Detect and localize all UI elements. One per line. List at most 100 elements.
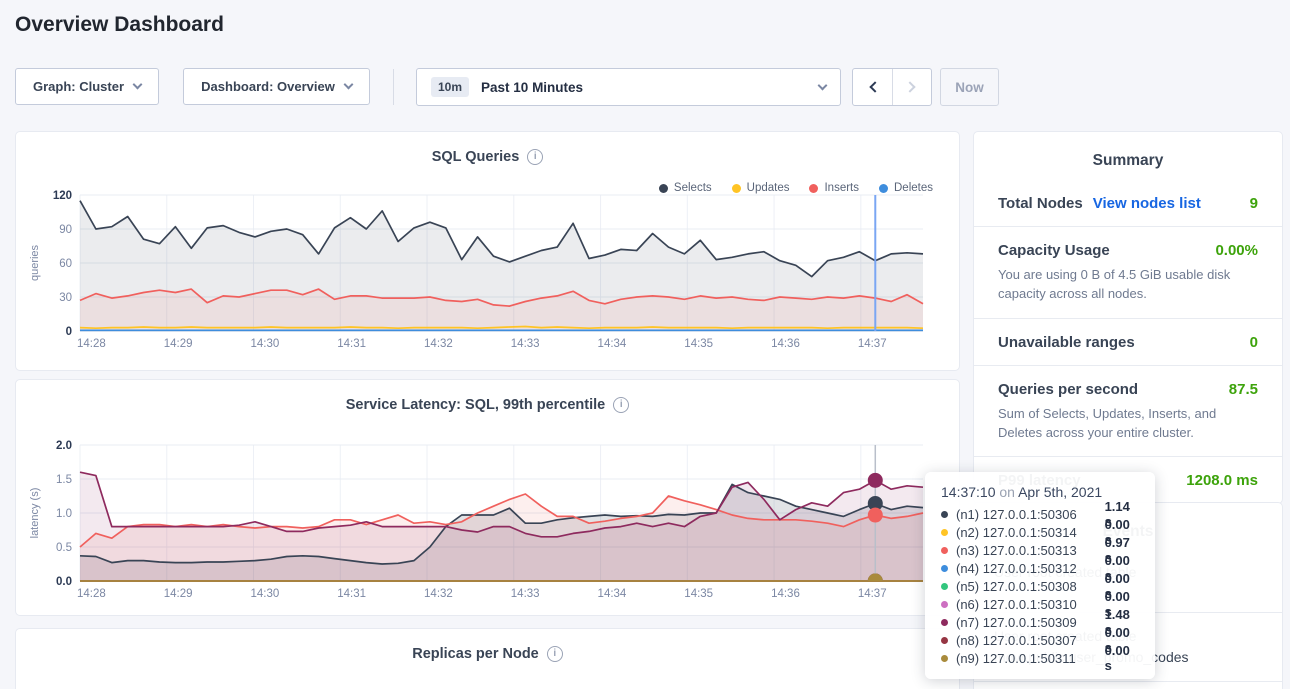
next-range-button[interactable]	[892, 69, 931, 105]
sql-queries-card: SQL Queries i Selects Updates Inserts Delet…	[15, 131, 960, 371]
svg-text:1.5: 1.5	[56, 474, 72, 486]
summary-row-capacity-usage: Capacity Usage 0.00% You are using 0 B o…	[974, 227, 1282, 319]
qps-label: Queries per second	[998, 381, 1138, 398]
node-label: (n2) 127.0.0.1:50314	[956, 525, 1105, 540]
page-title: Overview Dashboard	[15, 13, 224, 37]
summary-title: Summary	[974, 132, 1282, 170]
graph-dropdown[interactable]: Graph: Cluster	[15, 68, 159, 105]
legend-item[interactable]: Updates	[732, 182, 790, 194]
node-label: (n6) 127.0.0.1:50310	[956, 597, 1105, 612]
node-label: (n5) 127.0.0.1:50308	[956, 579, 1105, 594]
svg-text:120: 120	[53, 190, 72, 202]
qps-value: 87.5	[1229, 381, 1258, 398]
svg-text:60: 60	[59, 258, 72, 270]
tooltip-timestamp: 14:37:10 on Apr 5th, 2021	[941, 484, 1139, 500]
svg-text:14:34: 14:34	[598, 588, 627, 600]
svg-text:14:33: 14:33	[511, 338, 540, 350]
capacity-usage-value: 0.00%	[1215, 242, 1258, 259]
legend-label: Deletes	[894, 182, 933, 194]
view-nodes-link[interactable]: View nodes list	[1093, 195, 1201, 212]
svg-text:14:35: 14:35	[684, 588, 713, 600]
svg-text:30: 30	[59, 292, 72, 304]
unavailable-ranges-value: 0	[1250, 334, 1258, 351]
summary-row-unavailable-ranges: Unavailable ranges 0	[974, 319, 1282, 366]
chart-title: Service Latency: SQL, 99th percentile	[346, 397, 606, 413]
svg-text:latency (s): latency (s)	[29, 488, 41, 539]
time-range-dropdown[interactable]: 10m Past 10 Minutes	[416, 68, 841, 106]
legend: Selects Updates Inserts Deletes	[659, 182, 933, 194]
legend-dot	[809, 184, 818, 193]
legend-label: Inserts	[824, 182, 859, 194]
svg-text:1.0: 1.0	[56, 508, 72, 520]
time-range-label: Past 10 Minutes	[481, 80, 583, 95]
legend-item[interactable]: Inserts	[809, 182, 859, 194]
svg-text:14:30: 14:30	[251, 588, 280, 600]
info-icon[interactable]: i	[527, 149, 543, 165]
node-label: (n9) 127.0.0.1:50311	[956, 651, 1105, 666]
node-color-dot	[941, 511, 948, 518]
node-label: (n8) 127.0.0.1:50307	[956, 633, 1105, 648]
node-latency-value: 0.00 s	[1105, 643, 1139, 673]
chevron-down-icon	[818, 80, 828, 90]
node-color-dot	[941, 565, 948, 572]
legend-label: Updates	[747, 182, 790, 194]
summary-card: Summary Total Nodes View nodes list 9 Ca…	[973, 131, 1283, 504]
svg-text:14:31: 14:31	[337, 588, 366, 600]
total-nodes-label: Total Nodes	[998, 195, 1083, 212]
time-range-badge: 10m	[431, 77, 469, 97]
graph-dropdown-label: Graph: Cluster	[33, 79, 124, 94]
svg-text:14:35: 14:35	[684, 338, 713, 350]
summary-row-qps: Queries per second 87.5 Sum of Selects, …	[974, 366, 1282, 458]
prev-range-button[interactable]	[853, 69, 892, 105]
legend-dot	[659, 184, 668, 193]
svg-text:0.5: 0.5	[56, 542, 72, 554]
svg-text:14:32: 14:32	[424, 338, 453, 350]
svg-text:14:31: 14:31	[337, 338, 366, 350]
node-color-dot	[941, 529, 948, 536]
svg-text:2.0: 2.0	[56, 440, 72, 452]
chevron-right-icon	[904, 81, 915, 92]
node-label: (n4) 127.0.0.1:50312	[956, 561, 1105, 576]
p99-latency-value: 1208.0 ms	[1186, 472, 1258, 489]
chevron-left-icon	[869, 81, 880, 92]
hover-tooltip: 14:37:10 on Apr 5th, 2021 (n1) 127.0.0.1…	[925, 472, 1155, 679]
legend-label: Selects	[674, 182, 712, 194]
legend-item[interactable]: Deletes	[879, 182, 933, 194]
total-nodes-value: 9	[1250, 195, 1258, 212]
service-latency-card: Service Latency: SQL, 99th percentile i …	[15, 379, 960, 616]
dashboard-dropdown-label: Dashboard: Overview	[201, 79, 335, 94]
unavailable-ranges-label: Unavailable ranges	[998, 334, 1135, 351]
capacity-usage-description: You are using 0 B of 4.5 GiB usable disk…	[998, 266, 1258, 304]
chart-title: SQL Queries	[432, 149, 520, 165]
svg-text:14:30: 14:30	[251, 338, 280, 350]
svg-text:14:36: 14:36	[771, 338, 800, 350]
legend-dot	[732, 184, 741, 193]
svg-text:0.0: 0.0	[56, 576, 72, 588]
svg-text:14:29: 14:29	[164, 588, 193, 600]
node-color-dot	[941, 583, 948, 590]
sql-queries-chart[interactable]: 14:2814:2914:3014:3114:3214:3314:3414:35…	[24, 187, 951, 357]
capacity-usage-label: Capacity Usage	[998, 242, 1110, 259]
svg-text:14:36: 14:36	[771, 588, 800, 600]
replicas-per-node-card: Replicas per Node i	[15, 628, 960, 689]
chevron-down-icon	[343, 80, 353, 90]
node-color-dot	[941, 601, 948, 608]
svg-text:queries: queries	[29, 244, 41, 281]
svg-text:14:33: 14:33	[511, 588, 540, 600]
node-color-dot	[941, 655, 948, 662]
info-icon[interactable]: i	[613, 397, 629, 413]
summary-row-total-nodes: Total Nodes View nodes list 9	[974, 180, 1282, 227]
now-button[interactable]: Now	[940, 68, 999, 106]
dashboard-dropdown[interactable]: Dashboard: Overview	[183, 68, 370, 105]
legend-item[interactable]: Selects	[659, 182, 712, 194]
svg-text:14:28: 14:28	[77, 588, 106, 600]
service-latency-chart[interactable]: 14:2814:2914:3014:3114:3214:3314:3414:35…	[24, 437, 951, 607]
qps-description: Sum of Selects, Updates, Inserts, and De…	[998, 405, 1258, 443]
node-label: (n7) 127.0.0.1:50309	[956, 615, 1105, 630]
time-range-arrows	[852, 68, 932, 106]
info-icon[interactable]: i	[547, 646, 563, 662]
toolbar-divider	[393, 69, 394, 105]
tooltip-row: (n9) 127.0.0.1:503110.00 s	[941, 649, 1139, 667]
svg-text:90: 90	[59, 224, 72, 236]
svg-text:14:28: 14:28	[77, 338, 106, 350]
